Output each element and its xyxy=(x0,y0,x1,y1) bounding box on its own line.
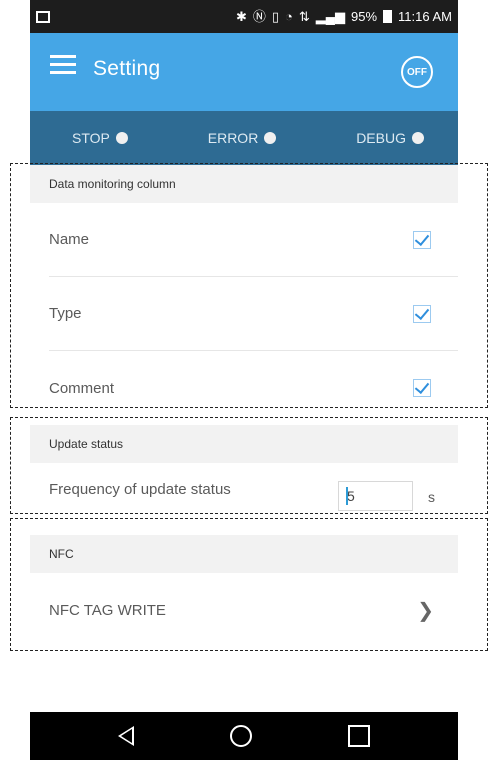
bluetooth-icon: ✱ xyxy=(235,9,247,24)
error-status-dot-icon xyxy=(264,132,277,144)
power-off-button[interactable]: OFF xyxy=(401,56,433,88)
chevron-right-icon: ❯ xyxy=(417,600,434,622)
gallery-icon xyxy=(36,10,50,23)
stop-status-dot-icon xyxy=(115,132,128,144)
home-icon[interactable] xyxy=(230,725,252,747)
data-icon: ⇅ xyxy=(298,9,310,24)
setting-row-comment[interactable]: Comment xyxy=(30,351,458,425)
page-title: Setting xyxy=(93,57,161,80)
back-icon[interactable] xyxy=(118,726,134,746)
app-bar: Setting OFF xyxy=(30,33,458,111)
navigation-bar xyxy=(30,712,458,760)
signal-icon: ▂▄▆ xyxy=(315,9,345,24)
phone-screen: ✱ Ⓝ ▯ ◔ ⇅ ▂▄▆ 95% 11:16 AM Setting OFF S… xyxy=(30,0,458,760)
indicator-bar: STOP ERROR DEBUG xyxy=(30,111,458,165)
wifi-icon: ◔ xyxy=(285,9,293,24)
type-checkbox[interactable] xyxy=(413,304,431,323)
indicator-stop-label: STOP xyxy=(72,130,110,146)
name-checkbox[interactable] xyxy=(413,230,431,249)
battery-percent: 95% xyxy=(351,9,378,24)
row-label-comment: Comment xyxy=(49,379,115,397)
setting-row-name[interactable]: Name xyxy=(30,203,458,276)
nfc-tag-write-label: NFC TAG WRITE xyxy=(49,602,166,619)
row-label-name: Name xyxy=(49,231,90,248)
section-header-data-monitoring: Data monitoring column xyxy=(30,165,458,203)
nfc-icon: Ⓝ xyxy=(252,9,266,24)
clock: 11:16 AM xyxy=(398,9,452,24)
vibrate-icon: ▯ xyxy=(271,9,280,24)
indicator-stop: STOP xyxy=(72,130,128,146)
comment-checkbox[interactable] xyxy=(413,379,431,397)
battery-icon xyxy=(383,10,393,23)
section-header-nfc: NFC xyxy=(30,535,458,573)
frequency-unit: s xyxy=(428,489,435,505)
status-bar: ✱ Ⓝ ▯ ◔ ⇅ ▂▄▆ 95% 11:16 AM xyxy=(30,0,458,33)
frequency-label: Frequency of update status xyxy=(49,480,231,498)
indicator-debug: DEBUG xyxy=(356,130,424,146)
indicator-error: ERROR xyxy=(208,130,277,146)
debug-status-dot-icon xyxy=(411,132,424,144)
section-header-update-status: Update status xyxy=(30,425,458,463)
indicator-debug-label: DEBUG xyxy=(356,130,406,146)
frequency-input[interactable] xyxy=(338,481,413,511)
menu-icon[interactable] xyxy=(50,55,76,75)
text-cursor xyxy=(346,487,348,505)
nfc-tag-write-item[interactable]: NFC TAG WRITE ❯ xyxy=(30,573,458,648)
setting-row-type[interactable]: Type xyxy=(30,277,458,350)
row-label-type: Type xyxy=(49,305,82,322)
recent-apps-icon[interactable] xyxy=(348,725,370,747)
indicator-error-label: ERROR xyxy=(207,130,259,146)
